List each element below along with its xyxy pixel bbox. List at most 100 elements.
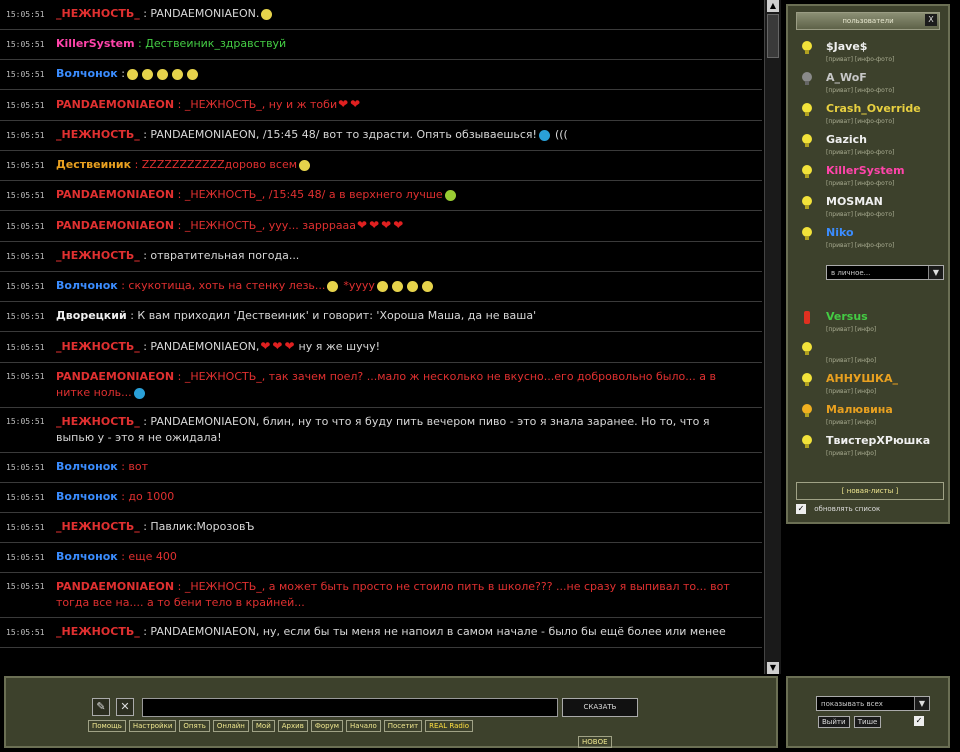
message-nick[interactable]: _НЕЖНОСТЬ_ xyxy=(56,128,140,141)
message-text: : _НЕЖНОСТЬ_, ууу... зарррааа xyxy=(177,219,357,232)
nav-link[interactable]: Онлайн xyxy=(212,720,249,732)
message-input[interactable] xyxy=(142,698,558,717)
user-name[interactable]: $Jave$ xyxy=(826,40,867,53)
user-actions[interactable]: [приват] [инфо-фото] xyxy=(826,242,894,249)
message-nick[interactable]: Волчонок xyxy=(56,550,118,563)
message-nick[interactable]: Волчонок xyxy=(56,460,118,473)
message-nick[interactable]: _НЕЖНОСТЬ_ xyxy=(56,415,140,428)
message-nick[interactable]: PANDAEMONIAEON xyxy=(56,580,174,593)
message-nick[interactable]: PANDAEMONIAEON xyxy=(56,370,174,383)
user-list-header: пользователи X xyxy=(796,12,940,30)
user-actions[interactable]: [приват] [инфо-фото] xyxy=(826,149,894,156)
chevron-down-icon[interactable]: ▼ xyxy=(928,266,943,279)
scroll-thumb[interactable] xyxy=(767,14,779,58)
message-nick[interactable]: PANDAEMONIAEON xyxy=(56,219,174,232)
message-nick[interactable]: _НЕЖНОСТЬ_ xyxy=(56,7,140,20)
message-nick[interactable]: Волчонок xyxy=(56,490,118,503)
options-checkbox[interactable]: ✓ xyxy=(914,716,924,726)
nav-link[interactable]: Помощь xyxy=(88,720,126,732)
private-select[interactable]: в личное... ▼ xyxy=(826,265,944,280)
user-actions[interactable]: [приват] [инфо-фото] xyxy=(826,211,894,218)
heart-icon: ❤ xyxy=(338,97,349,111)
say-button[interactable]: СКАЗАТЬ xyxy=(562,698,638,717)
user-name[interactable]: Niko xyxy=(826,226,854,239)
chevron-down-icon[interactable]: ▼ xyxy=(914,697,929,710)
user-name[interactable]: KillerSystem xyxy=(826,164,905,177)
smiley-icon xyxy=(141,68,153,80)
user-actions[interactable]: [приват] [инфо] xyxy=(826,450,876,457)
status-bulb-icon xyxy=(802,435,812,448)
heart-icon: ❤ xyxy=(369,218,380,232)
message-nick[interactable]: Дествеиник xyxy=(56,158,131,171)
user-actions[interactable]: [приват] [инфо] xyxy=(826,326,876,333)
user-entry[interactable]: Малювина [приват] [инфо] xyxy=(802,401,942,431)
chat-message: 15:05:51 _НЕЖНОСТЬ_ : PANDAEMONIAEON, /15… xyxy=(0,121,762,151)
user-entry[interactable]: [приват] [инфо] xyxy=(802,339,942,369)
refresh-checkbox[interactable]: ✓ xyxy=(796,504,806,514)
message-nick[interactable]: _НЕЖНОСТЬ_ xyxy=(56,340,140,353)
user-actions[interactable]: [приват] [инфо-фото] xyxy=(826,180,894,187)
nav-link[interactable]: Форум xyxy=(310,720,344,732)
message-nick[interactable]: _НЕЖНОСТЬ_ xyxy=(56,625,140,638)
message-nick[interactable]: Дворецкий xyxy=(56,309,127,322)
close-icon[interactable]: ✕ xyxy=(116,698,134,716)
refresh-toggle[interactable]: ✓ обновлять список xyxy=(796,502,942,516)
nav-link[interactable]: Архив xyxy=(277,720,308,732)
heart-icon: ❤ xyxy=(381,218,392,232)
user-entry[interactable]: A_WoF [приват] [инфо-фото] xyxy=(802,69,942,99)
user-actions[interactable]: [приват] [инфо] xyxy=(826,357,876,364)
user-entry[interactable]: ТвистерХРюшка [приват] [инфо] xyxy=(802,432,942,462)
status-bulb-icon xyxy=(802,41,812,54)
user-actions[interactable]: [приват] [инфо-фото] xyxy=(826,118,894,125)
exit-button[interactable]: Выйти xyxy=(818,716,850,728)
mode-button[interactable]: НОВОЕ xyxy=(578,736,612,748)
nav-link[interactable]: Мой xyxy=(251,720,275,732)
user-entry[interactable]: KillerSystem [приват] [инфо-фото] xyxy=(802,162,942,192)
close-panel-button[interactable]: X xyxy=(925,14,937,26)
message-nick[interactable]: Волчонок xyxy=(56,67,118,80)
message-nick[interactable]: KillerSystem xyxy=(56,37,135,50)
user-actions[interactable]: [приват] [инфо] xyxy=(826,388,876,395)
chat-scrollbar[interactable]: ▲ ▼ xyxy=(764,0,781,674)
message-nick[interactable]: Волчонок xyxy=(56,279,118,292)
user-actions[interactable]: [приват] [инфо-фото] xyxy=(826,56,894,63)
user-entry[interactable]: Crash_Override [приват] [инфо-фото] xyxy=(802,100,942,130)
user-entry[interactable]: Versus [приват] [инфо] xyxy=(802,308,942,338)
user-entry[interactable]: Gazich [приват] [инфо-фото] xyxy=(802,131,942,161)
user-name[interactable]: Gazich xyxy=(826,133,867,146)
user-actions[interactable]: [приват] [инфо-фото] xyxy=(826,87,894,94)
user-entry[interactable]: АННУШКА_ [приват] [инфо] xyxy=(802,370,942,400)
user-name[interactable]: Versus xyxy=(826,310,868,323)
user-entry[interactable]: Niko [приват] [инфо-фото] xyxy=(802,224,942,254)
user-name[interactable]: Crash_Override xyxy=(826,102,921,115)
chat-message: 15:05:51 Волчонок : вот xyxy=(0,453,762,483)
show-filter-select[interactable]: показывать всех ▼ xyxy=(816,696,930,711)
lists-link[interactable]: [ новая-листы ] xyxy=(796,482,944,500)
pen-icon[interactable]: ✎ xyxy=(92,698,110,716)
message-time: 15:05:51 xyxy=(6,417,45,426)
nav-link[interactable]: Посетит xyxy=(383,720,423,732)
scroll-up-arrow[interactable]: ▲ xyxy=(767,0,779,12)
user-entry[interactable]: MOSMAN [приват] [инфо-фото] xyxy=(802,193,942,223)
quiet-button[interactable]: Тише xyxy=(853,716,882,728)
user-name[interactable]: АННУШКА_ xyxy=(826,372,898,385)
heart-icon: ❤ xyxy=(393,218,404,232)
nav-link[interactable]: Начало xyxy=(346,720,381,732)
message-nick[interactable]: PANDAEMONIAEON xyxy=(56,188,174,201)
status-bulb-icon xyxy=(802,342,812,355)
nav-link[interactable]: Настройки xyxy=(128,720,177,732)
nav-link[interactable]: Опять xyxy=(179,720,210,732)
message-nick[interactable]: PANDAEMONIAEON xyxy=(56,98,174,111)
user-name[interactable]: A_WoF xyxy=(826,71,867,84)
user-name[interactable]: ТвистерХРюшка xyxy=(826,434,930,447)
nav-link[interactable]: REAL Radio xyxy=(425,720,474,732)
status-bulb-icon xyxy=(802,227,812,240)
user-actions[interactable]: [приват] [инфо] xyxy=(826,419,876,426)
user-name[interactable]: MOSMAN xyxy=(826,195,883,208)
user-entry[interactable]: $Jave$ [приват] [инфо-фото] xyxy=(802,38,942,68)
user-name[interactable]: Малювина xyxy=(826,403,893,416)
message-nick[interactable]: _НЕЖНОСТЬ_ xyxy=(56,249,140,262)
scroll-down-arrow[interactable]: ▼ xyxy=(767,662,779,674)
message-nick[interactable]: _НЕЖНОСТЬ_ xyxy=(56,520,140,533)
message-extra-text: *уууу xyxy=(343,279,375,292)
